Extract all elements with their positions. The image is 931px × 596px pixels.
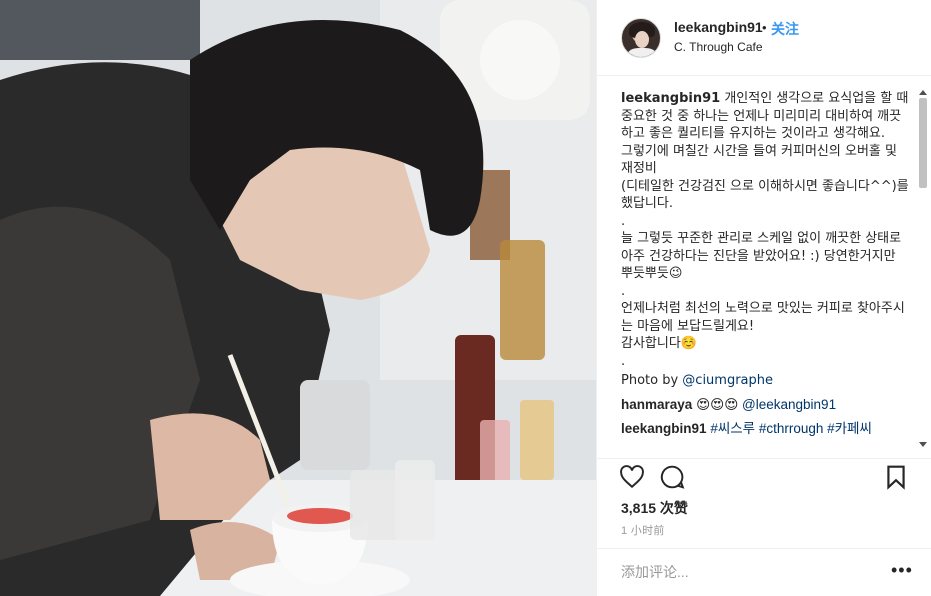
post-header: leekangbin91 • 关注 C. Through Cafe: [597, 0, 931, 76]
post-timestamp[interactable]: 1 小时前: [621, 522, 665, 538]
comment-username[interactable]: hanmaraya: [621, 397, 692, 412]
caption-username[interactable]: leekangbin91: [621, 91, 720, 106]
like-count[interactable]: 3,815 次赞: [621, 498, 688, 518]
bookmark-icon[interactable]: [883, 464, 911, 492]
action-bar: [597, 461, 931, 495]
actions-divider: [597, 458, 931, 459]
avatar[interactable]: [621, 18, 661, 58]
comments-list[interactable]: leekangbin91 개인적인 생각으로 요식업을 할 때 중요한 것 중 …: [621, 90, 911, 455]
photo-credit: Photo by @ciumgraphe: [621, 372, 911, 390]
comment-hashtags[interactable]: #씨스루 #cthrrough #카페씨: [710, 421, 872, 436]
comment-item: leekangbin91 #씨스루 #cthrrough #카페씨: [621, 420, 911, 438]
add-comment-input[interactable]: [621, 561, 871, 583]
add-comment-section: •••: [597, 548, 931, 596]
comment-emoji: 😍😍😍: [696, 396, 743, 412]
comment-username[interactable]: leekangbin91: [621, 421, 707, 436]
comments-scrollbar[interactable]: [917, 90, 929, 455]
comment-mention[interactable]: @leekangbin91: [742, 397, 836, 412]
comment-bubble-icon[interactable]: [659, 464, 687, 492]
heart-icon[interactable]: [619, 464, 647, 492]
separator-dot: •: [762, 20, 767, 35]
post-photo[interactable]: [0, 0, 596, 596]
comment-item: hanmaraya 😍😍😍 @leekangbin91: [621, 396, 911, 414]
more-options-icon[interactable]: •••: [891, 560, 913, 581]
follow-button[interactable]: 关注: [771, 19, 799, 39]
photo-illustration: [0, 0, 596, 596]
scroll-thumb[interactable]: [919, 98, 927, 188]
caption-text: 개인적인 생각으로 요식업을 할 때 중요한 것 중 하나는 언제나 미리미리 …: [621, 91, 909, 369]
post-sidebar: leekangbin91 • 关注 C. Through Cafe leekan…: [596, 0, 931, 596]
header-username[interactable]: leekangbin91: [674, 19, 763, 35]
location-link[interactable]: C. Through Cafe: [674, 40, 763, 54]
photo-credit-prefix: Photo by: [621, 373, 683, 388]
photo-credit-handle[interactable]: @ciumgraphe: [682, 373, 773, 388]
caption: leekangbin91 개인적인 생각으로 요식업을 할 때 중요한 것 중 …: [621, 90, 911, 370]
scroll-up-arrow-icon[interactable]: [919, 90, 927, 95]
scroll-down-arrow-icon[interactable]: [919, 442, 927, 447]
